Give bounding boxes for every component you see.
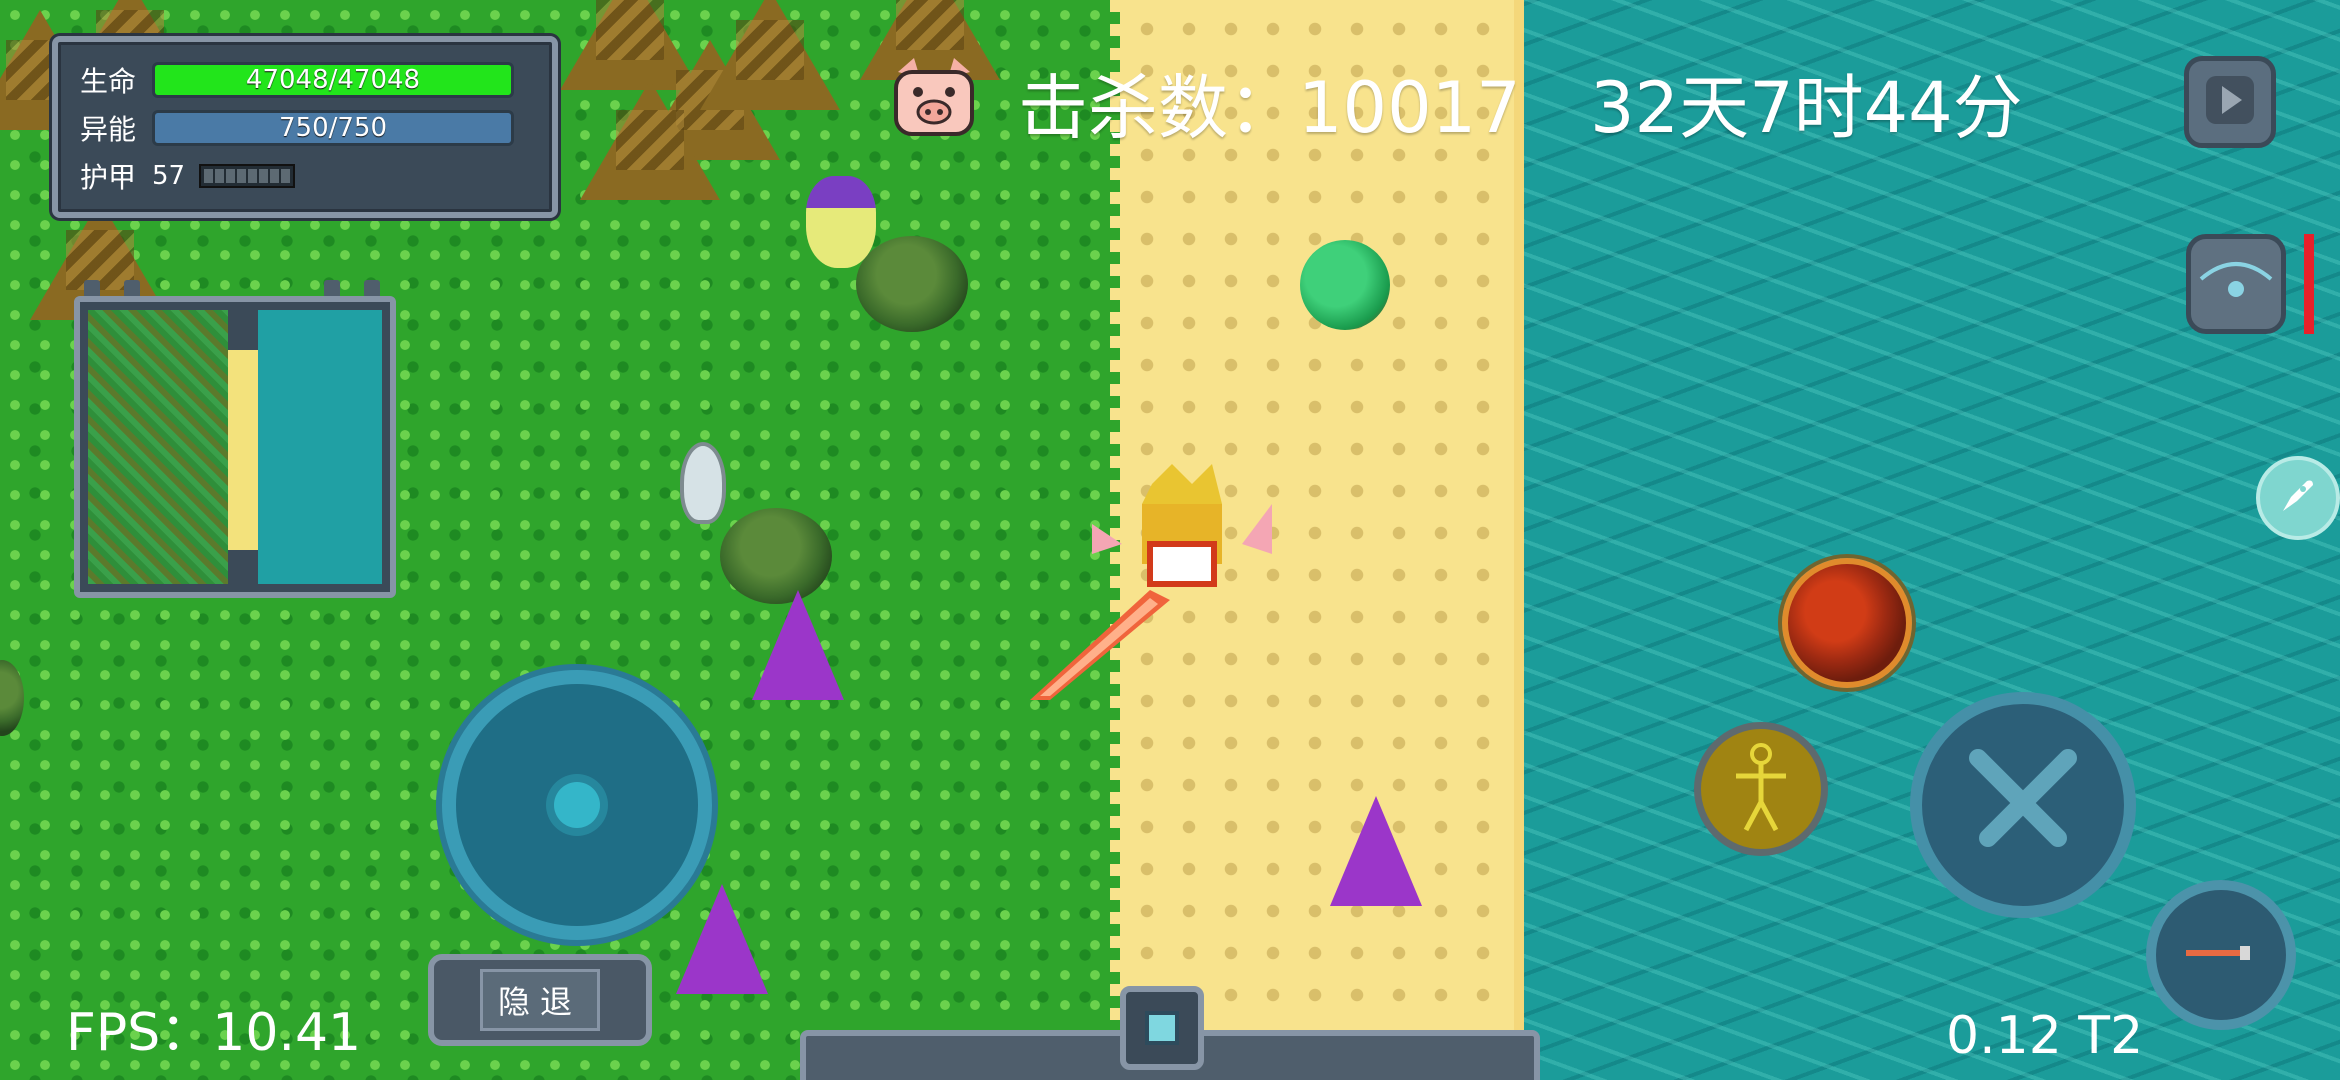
minimap-sand	[228, 350, 258, 550]
sand-water-border	[1514, 0, 1524, 1080]
armor-pip	[204, 169, 214, 183]
attack-button[interactable]	[1910, 692, 2136, 918]
joystick-knob[interactable]	[554, 782, 600, 828]
purple-crystal[interactable]	[676, 884, 768, 994]
hp-label: 生命	[80, 65, 137, 98]
purple-crystal[interactable]	[1330, 796, 1422, 906]
game-time: 32天7时44分	[1590, 67, 2023, 149]
gem-icon	[1145, 1011, 1179, 1045]
armor-pip	[281, 169, 291, 183]
mountain-peak	[580, 80, 720, 200]
mp-value: 750/750	[278, 113, 387, 143]
armor-label: 护甲	[80, 161, 137, 194]
silver-shard-item[interactable]	[680, 442, 726, 524]
body-skill-icon	[1726, 742, 1796, 836]
mp-label: 异能	[80, 113, 137, 146]
status-panel: 生命 47048/47048 异能 750/750 护甲 57	[52, 36, 558, 218]
pig-icon	[890, 56, 978, 138]
minimap-water	[258, 310, 382, 584]
minimap-grass	[88, 310, 228, 584]
armor-pips	[199, 164, 296, 188]
version-label: 0.12 T2	[1946, 1006, 2144, 1066]
backpack-icon	[2191, 262, 2281, 333]
armor-pip	[248, 169, 258, 183]
body-skill-button[interactable]	[1694, 722, 1828, 856]
rocket-button[interactable]	[2256, 456, 2340, 540]
armor-value: 57	[152, 161, 186, 191]
mp-bar: 750/750	[152, 110, 514, 146]
hp-value: 47048/47048	[245, 65, 421, 95]
armor-pip	[259, 169, 269, 183]
flame-sword	[1030, 580, 1170, 700]
weapon-slot-button[interactable]	[2146, 880, 2296, 1030]
mp-row: 异能 750/750	[80, 104, 530, 152]
hp-row: 生命 47048/47048	[80, 56, 530, 104]
fps-counter: FPS：10.41	[66, 1003, 362, 1063]
armor-pip	[226, 169, 236, 183]
armor-row: 护甲 57	[80, 152, 530, 200]
pause-icon	[2202, 72, 2258, 132]
minimap[interactable]	[74, 296, 396, 598]
weapon-slot-icon	[2186, 938, 2256, 972]
green-turtle-enemy[interactable]	[1300, 240, 1390, 330]
bush	[856, 236, 968, 332]
armor-pip	[215, 169, 225, 183]
alert-indicator	[2304, 234, 2314, 334]
rocket-icon	[2273, 471, 2323, 525]
potion-item[interactable]	[806, 176, 876, 268]
mountain-peak	[700, 0, 840, 110]
crossed-swords-icon	[1958, 738, 2088, 872]
minimap-view	[88, 310, 382, 584]
purple-crystal[interactable]	[752, 590, 844, 700]
kill-counter: 击杀数：10017	[1018, 67, 1521, 149]
retreat-button[interactable]: 隐退	[428, 954, 652, 1046]
movement-joystick[interactable]	[442, 670, 712, 940]
armor-pip	[237, 169, 247, 183]
bottom-gem-button[interactable]	[1120, 986, 1204, 1070]
backpack-button[interactable]	[2186, 234, 2286, 334]
fire-skill-button[interactable]	[1782, 558, 1912, 688]
armor-pip	[270, 169, 280, 183]
hp-bar: 47048/47048	[152, 62, 514, 98]
pause-button[interactable]	[2184, 56, 2276, 148]
retreat-label: 隐退	[480, 969, 600, 1031]
